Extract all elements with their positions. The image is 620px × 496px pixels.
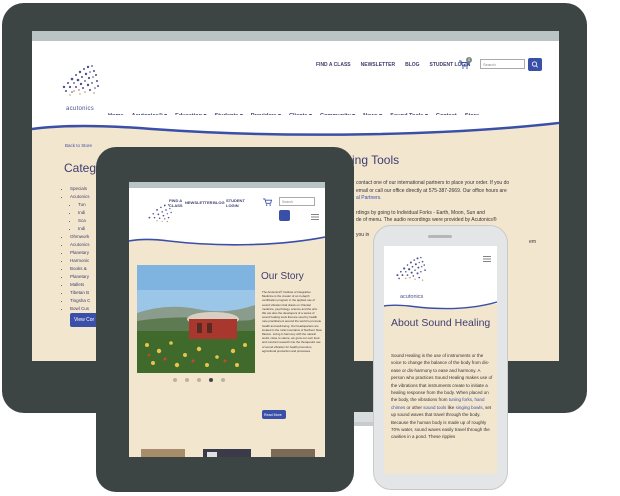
header-wave <box>129 232 325 246</box>
read-more-button[interactable]: Read More <box>262 410 286 419</box>
blog-link[interactable]: BLOG <box>405 62 419 68</box>
newsletter-link[interactable]: NEWSLETTER <box>185 200 213 205</box>
category-item[interactable]: Mallets <box>70 281 90 289</box>
sound-tools-link[interactable]: sound tools <box>423 405 446 410</box>
intro-line: email or call our office directly at 575… <box>356 187 507 194</box>
our-story-text: The Acutonics® Institute of Integrative … <box>262 290 322 353</box>
phone-screen: acutonics About Sound Healing Sound Heal… <box>384 246 497 474</box>
body-text: like <box>446 404 456 410</box>
tuning-forks-link[interactable]: tuning forks <box>449 397 472 402</box>
header-wave <box>384 298 497 310</box>
blog-link[interactable]: BLOG <box>213 200 225 205</box>
acutonics-logo[interactable] <box>388 250 432 296</box>
tablet-content: Our Story The Acutonics® Institute of In… <box>129 232 325 457</box>
hamburger-menu-icon[interactable] <box>310 212 320 222</box>
sound-tools-title: ing Tools <box>352 153 400 167</box>
yurt-photo <box>137 265 255 373</box>
category-item[interactable]: Planetary <box>70 249 90 257</box>
category-item[interactable]: Ohmwork <box>70 233 90 241</box>
category-item[interactable]: Indi <box>78 225 90 233</box>
intro-line: de of menu. The audio recordings were pr… <box>356 217 497 223</box>
category-item[interactable]: Sca <box>78 217 90 225</box>
hamburger-menu-icon[interactable] <box>482 254 492 264</box>
phone-speaker <box>428 235 452 238</box>
thumbnail-row <box>141 449 315 457</box>
find-a-class-link[interactable]: FIND A CLASS <box>316 62 351 68</box>
search-input[interactable]: Search <box>480 59 525 69</box>
find-a-class-link[interactable]: FIND A CLASS <box>169 198 183 208</box>
search-input[interactable]: Search <box>279 197 315 206</box>
category-item[interactable]: Planetary <box>70 273 90 281</box>
cart-count-badge: 0 <box>466 57 472 63</box>
phone-content: About Sound Healing Sound Healing is the… <box>384 298 497 474</box>
tablet-screen: acutonics FIND A CLASS NEWSLETTER BLOG S… <box>129 182 325 457</box>
newsletter-link[interactable]: NEWSLETTER <box>361 62 395 68</box>
body-text: or other <box>405 404 424 410</box>
carousel-dot[interactable] <box>173 378 177 382</box>
singing-bowls-link[interactable]: singing bowls <box>456 405 483 410</box>
category-item[interactable]: Tingsha C <box>70 297 90 305</box>
category-item[interactable]: Specials <box>70 185 90 193</box>
carousel-dot[interactable] <box>197 378 201 382</box>
tablet-header: acutonics FIND A CLASS NEWSLETTER BLOG S… <box>129 188 325 238</box>
about-sound-healing-heading: About Sound Healing <box>391 317 491 329</box>
intro-line: rdings by going to Individual Forks - Ea… <box>356 209 485 216</box>
body-text: Sound Healing is the use of instruments … <box>391 353 493 403</box>
body-text: , set up sound waves that travel through… <box>391 404 492 440</box>
category-item[interactable]: Acutonics <box>70 193 90 201</box>
category-item[interactable]: Harmonic <box>70 257 90 265</box>
search-button[interactable] <box>528 58 542 71</box>
intro-line: contact one of our international partner… <box>356 180 510 186</box>
search-button[interactable] <box>279 210 290 221</box>
logo-wordmark: acutonics <box>66 106 95 112</box>
category-item[interactable]: Tibetan B <box>70 289 90 297</box>
category-item[interactable]: Tun <box>78 201 90 209</box>
desktop-top-links: FIND A CLASS NEWSLETTER BLOG STUDENT LOG… <box>316 62 470 68</box>
search-icon <box>531 61 539 68</box>
carousel-dot[interactable] <box>185 378 189 382</box>
category-item[interactable]: Indi <box>78 209 90 217</box>
category-item[interactable]: Books & <box>70 265 90 273</box>
breadcrumb-back-to-store[interactable]: Back to Store <box>65 143 92 148</box>
phone-header: acutonics <box>384 246 497 304</box>
header-wave <box>32 115 559 136</box>
desktop-topbar <box>32 31 559 41</box>
category-item[interactable]: Acutonics <box>70 241 90 249</box>
category-item[interactable]: Bowl Cus <box>70 305 90 313</box>
cart-icon[interactable] <box>263 198 272 206</box>
phone-device: acutonics About Sound Healing Sound Heal… <box>373 225 508 490</box>
international-partners-link[interactable]: al Partners. <box>356 195 536 203</box>
category-list: Specials Acutonics Tun Indi Sca Indi Ohm… <box>70 185 90 313</box>
student-login-link[interactable]: STUDENT LOGIN <box>226 198 245 208</box>
our-story-heading: Our Story <box>261 271 304 282</box>
carousel-dot-active[interactable] <box>209 378 213 382</box>
about-sound-healing-text: Sound Healing is the use of instruments … <box>391 352 493 441</box>
cart-icon[interactable]: 0 <box>459 57 472 71</box>
carousel-dot[interactable] <box>221 378 225 382</box>
carousel-dots <box>173 378 225 382</box>
tablet-device: acutonics FIND A CLASS NEWSLETTER BLOG S… <box>96 147 354 492</box>
acutonics-logo[interactable] <box>54 57 104 112</box>
